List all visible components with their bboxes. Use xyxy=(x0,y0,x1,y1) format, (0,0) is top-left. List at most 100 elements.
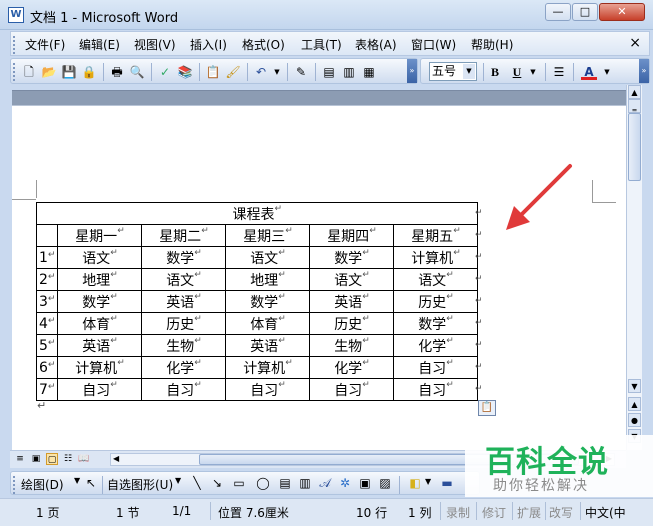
table-cell[interactable]: 自习↵ xyxy=(141,378,227,401)
chevron-down-icon[interactable]: ▼ xyxy=(425,477,431,486)
split-handle-icon[interactable]: ‗ xyxy=(628,99,641,113)
wordart-icon[interactable]: 𝒜 xyxy=(317,475,333,491)
font-size-select[interactable]: 五号 ▼ xyxy=(429,62,477,81)
draw-menu-button[interactable]: 绘图(D) xyxy=(21,476,64,493)
table-cell[interactable]: 语文↵ xyxy=(57,246,143,269)
table-cell[interactable]: 1↵ xyxy=(35,246,59,269)
research-icon[interactable]: 📚 xyxy=(177,64,193,80)
paste-options-icon[interactable]: 📋 xyxy=(478,400,496,416)
insert-hyperlink-icon[interactable]: ✎ xyxy=(293,64,309,80)
align-center-icon[interactable]: ☰ xyxy=(551,64,567,80)
status-line[interactable]: 10 行 xyxy=(356,504,387,521)
table-cell[interactable]: 语文↵ xyxy=(225,246,311,269)
rectangle-icon[interactable]: ▭ xyxy=(231,475,247,491)
table-header[interactable]: 星期一↵ xyxy=(57,224,143,247)
vertical-scrollbar[interactable]: ▲ ‗ ▼ ▲ ● ▼ xyxy=(626,85,642,450)
scroll-up-icon[interactable]: ▲ xyxy=(628,85,641,99)
table-cell[interactable]: 数学↵ xyxy=(309,246,395,269)
table-cell[interactable]: 自习↵ xyxy=(57,378,143,401)
table-cell[interactable]: 化学↵ xyxy=(141,356,227,379)
new-document-icon[interactable]: 🗋 xyxy=(21,64,37,80)
normal-view-icon[interactable]: ≡ xyxy=(14,453,26,465)
autoshapes-button[interactable]: 自选图形(U) xyxy=(107,476,173,493)
print-preview-icon[interactable]: 🔍 xyxy=(129,64,145,80)
permission-icon[interactable]: 🔒 xyxy=(81,64,97,80)
menu-window[interactable]: 窗口(W) xyxy=(411,36,456,53)
status-extend[interactable]: 扩展 xyxy=(517,504,541,521)
table-cell[interactable]: 自习↵ xyxy=(393,378,479,401)
save-icon[interactable]: 💾 xyxy=(61,64,77,80)
previous-page-icon[interactable]: ▲ xyxy=(628,397,641,411)
table-cell[interactable]: 语文↵ xyxy=(141,268,227,291)
table-cell[interactable] xyxy=(35,224,59,247)
table-cell[interactable]: 自习↵ xyxy=(225,378,311,401)
table-cell[interactable]: 英语↵ xyxy=(225,334,311,357)
table-cell[interactable]: 历史↵ xyxy=(309,312,395,335)
menu-edit[interactable]: 编辑(E) xyxy=(79,36,120,53)
table-cell[interactable]: 6↵ xyxy=(35,356,59,379)
menu-tools[interactable]: 工具(T) xyxy=(301,36,342,53)
status-record[interactable]: 录制 xyxy=(446,504,470,521)
menu-format[interactable]: 格式(O) xyxy=(242,36,285,53)
outline-view-icon[interactable]: ☷ xyxy=(62,453,74,465)
table-cell[interactable]: 生物↵ xyxy=(141,334,227,357)
table-cell[interactable]: 生物↵ xyxy=(309,334,395,357)
toolbar-options-chevron-icon[interactable]: » xyxy=(407,59,417,83)
status-column[interactable]: 1 列 xyxy=(408,504,431,521)
undo-dropdown-icon[interactable]: ▼ xyxy=(269,64,285,80)
menu-view[interactable]: 视图(V) xyxy=(134,36,176,53)
menu-help[interactable]: 帮助(H) xyxy=(471,36,513,53)
status-page[interactable]: 1 页 xyxy=(36,504,59,521)
table-cell[interactable]: 地理↵ xyxy=(225,268,311,291)
diagram-icon[interactable]: ✲ xyxy=(337,475,353,491)
vertical-text-box-icon[interactable]: ▥ xyxy=(297,475,313,491)
table-header[interactable]: 星期二↵ xyxy=(141,224,227,247)
web-view-icon[interactable]: ▣ xyxy=(30,453,42,465)
menu-file[interactable]: 文件(F) xyxy=(25,36,65,53)
table-cell[interactable]: 数学↵ xyxy=(57,290,143,313)
scroll-down-icon[interactable]: ▼ xyxy=(628,379,641,393)
menu-table[interactable]: 表格(A) xyxy=(355,36,397,53)
browse-object-icon[interactable]: ● xyxy=(628,413,641,427)
maximize-button[interactable]: □ xyxy=(572,3,598,21)
format-painter-icon[interactable]: 🖌 xyxy=(225,64,241,80)
clip-art-icon[interactable]: ▣ xyxy=(357,475,373,491)
table-cell[interactable]: 体育↵ xyxy=(225,312,311,335)
toolbar-options-chevron-icon[interactable]: » xyxy=(639,59,649,83)
table-cell[interactable]: 自习↵ xyxy=(309,378,395,401)
table-header[interactable]: 星期五↵ xyxy=(393,224,479,247)
table-cell[interactable]: 化学↵ xyxy=(393,334,479,357)
underline-dropdown-icon[interactable]: ▼ xyxy=(525,64,541,80)
table-cell[interactable]: 4↵ xyxy=(35,312,59,335)
table-cell[interactable]: 语文↵ xyxy=(393,268,479,291)
table-header[interactable]: 星期四↵ xyxy=(309,224,395,247)
table-cell[interactable]: 3↵ xyxy=(35,290,59,313)
table-cell[interactable]: 化学↵ xyxy=(309,356,395,379)
select-objects-icon[interactable]: ↖ xyxy=(83,475,99,491)
underline-button[interactable]: U xyxy=(509,64,525,80)
table-cell[interactable]: 地理↵ xyxy=(57,268,143,291)
tables-borders-icon[interactable]: ▤ xyxy=(321,64,337,80)
table-cell[interactable]: 数学↵ xyxy=(393,312,479,335)
status-page-of[interactable]: 1/1 xyxy=(172,504,191,518)
spelling-icon[interactable]: ✓ xyxy=(157,64,173,80)
columns-icon[interactable]: ▦ xyxy=(361,64,377,80)
table-cell[interactable]: 自习↵ xyxy=(393,356,479,379)
minimize-button[interactable]: — xyxy=(545,3,571,21)
toolbar-grip[interactable] xyxy=(13,476,16,494)
word-app-icon[interactable]: W xyxy=(8,7,24,23)
picture-icon[interactable]: ▨ xyxy=(377,475,393,491)
chevron-down-icon[interactable]: ▼ xyxy=(463,64,475,79)
table-cell[interactable]: 计算机↵ xyxy=(225,356,311,379)
chevron-down-icon[interactable]: ▼ xyxy=(175,476,181,485)
table-cell[interactable]: 计算机↵ xyxy=(57,356,143,379)
bold-button[interactable]: B xyxy=(487,64,503,80)
undo-icon[interactable]: ↶ xyxy=(253,64,269,80)
insert-table-icon[interactable]: ▥ xyxy=(341,64,357,80)
table-title[interactable]: 课程表↵ xyxy=(35,202,479,225)
status-language[interactable]: 中文(中 xyxy=(585,504,626,521)
table-cell[interactable]: 历史↵ xyxy=(393,290,479,313)
table-cell[interactable]: 英语↵ xyxy=(309,290,395,313)
table-cell[interactable]: 7↵ xyxy=(35,378,59,401)
menu-grip[interactable] xyxy=(13,36,16,54)
